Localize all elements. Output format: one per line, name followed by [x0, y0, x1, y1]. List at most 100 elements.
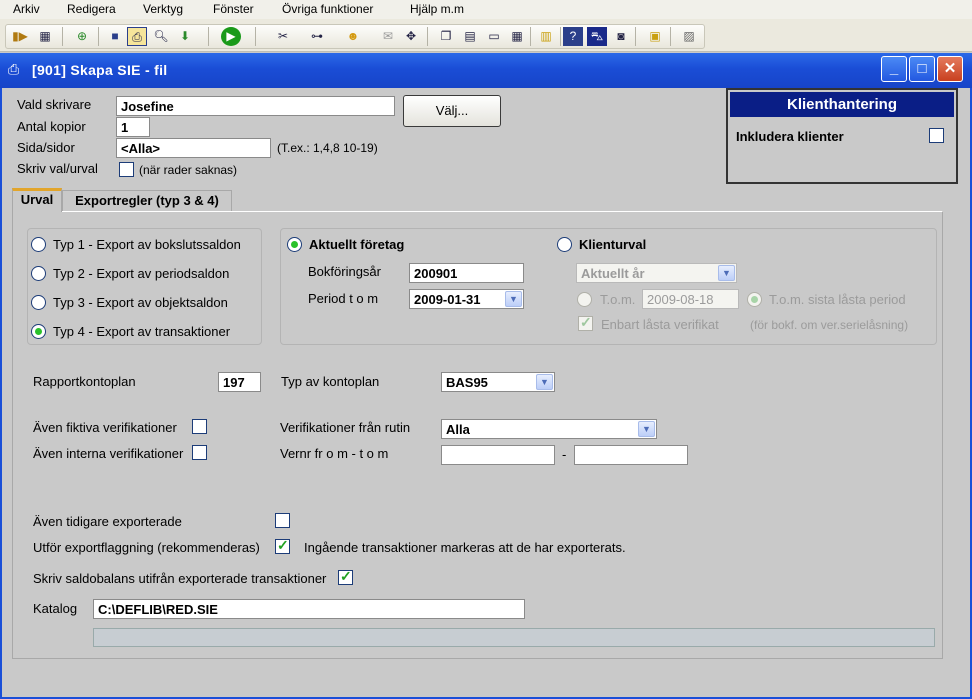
inkludera-klienter-checkbox[interactable] [929, 128, 944, 143]
interna-label: Även interna verifikationer [33, 446, 184, 461]
saldobalans-checkbox[interactable] [338, 568, 353, 585]
print-icon[interactable]: ⎙ [127, 27, 147, 46]
rapportkontoplan-field[interactable]: 197 [218, 372, 261, 392]
printer-icon: ⎙ [8, 61, 20, 77]
sida-label: Sida/sidor [17, 140, 75, 155]
menu-ovriga[interactable]: Övriga funktioner [282, 2, 373, 16]
bokforingsar-field[interactable]: 200901 [409, 263, 524, 283]
tree-icon[interactable]: ⊶ [307, 27, 327, 46]
typ2-label: Typ 2 - Export av periodsaldon [53, 266, 230, 281]
aktuellt-ar-value: Aktuellt år [581, 266, 645, 281]
flaggning-checkbox[interactable] [275, 537, 290, 554]
vald-skrivare-label: Vald skrivare [17, 97, 92, 112]
menu-hjalp[interactable]: Hjälp m.m [410, 2, 464, 16]
toolbar-separator [560, 27, 561, 46]
menubar: Arkiv Redigera Verktyg Fönster Övriga fu… [0, 0, 972, 19]
chevron-down-icon[interactable]: ▼ [505, 291, 522, 307]
valj-button[interactable]: Välj... [403, 95, 501, 127]
chevron-down-icon[interactable]: ▼ [638, 421, 655, 437]
user-icon[interactable]: ☻ [343, 27, 363, 46]
preview-icon[interactable]: 🔍︎ [151, 27, 171, 46]
chevron-down-icon[interactable]: ▼ [536, 374, 553, 390]
radio-aktuellt-foretag[interactable] [287, 237, 302, 252]
tidigare-checkbox[interactable] [275, 513, 290, 528]
inkludera-klienter-label: Inkludera klienter [736, 129, 844, 144]
vernr-to-field[interactable] [574, 445, 688, 465]
radio-typ3[interactable] [31, 295, 46, 310]
typ-kontoplan-label: Typ av kontoplan [281, 374, 380, 389]
vernr-dash: - [562, 447, 567, 462]
radio-tom-sista[interactable] [747, 292, 762, 307]
tile-icon[interactable]: ▤ [460, 27, 480, 46]
window-icon[interactable]: ❐ [436, 27, 456, 46]
skriv-val-hint: (när rader saknas) [139, 163, 238, 177]
katalog-label: Katalog [33, 601, 78, 616]
radio-tom[interactable] [577, 292, 592, 307]
radio-typ1[interactable] [31, 237, 46, 252]
notes-icon[interactable]: ▥ [536, 27, 556, 46]
tom-label: T.o.m. [600, 292, 636, 307]
tom-field[interactable]: 2009-08-18 [642, 289, 739, 309]
radio-typ4[interactable] [31, 324, 46, 339]
vernr-label: Vernr fr o m - t o m [280, 446, 389, 461]
toolbar-separator [427, 27, 428, 46]
minimize-button[interactable]: _ [881, 56, 907, 82]
chevron-down-icon[interactable]: ▼ [718, 265, 735, 281]
save-icon[interactable]: ■ [105, 27, 125, 46]
period-label: Period t o m [308, 291, 379, 306]
mail-icon[interactable]: ✉ [378, 27, 398, 46]
ver-rutin-label: Verifikationer från rutin [280, 420, 411, 435]
ver-rutin-dropdown[interactable]: Alla ▼ [441, 419, 657, 439]
skriv-val-checkbox[interactable] [119, 162, 134, 177]
download-icon[interactable]: ⬇ [175, 27, 195, 46]
note-icon[interactable]: ▣ [645, 27, 665, 46]
vernr-from-field[interactable] [441, 445, 555, 465]
typ4-label: Typ 4 - Export av transaktioner [53, 324, 231, 339]
car-icon[interactable]: ⛍ [587, 27, 607, 46]
toolbar-separator [208, 27, 209, 46]
move-icon[interactable]: ✥ [401, 27, 421, 46]
interna-checkbox[interactable] [192, 445, 207, 460]
saldobalans-label: Skriv saldobalans utifrån exporterade tr… [33, 571, 327, 586]
tom-sista-label: T.o.m. sista låsta period [769, 292, 906, 307]
enbart-lasta-checkbox[interactable] [578, 314, 593, 331]
klient-title: Klienthantering [730, 92, 954, 117]
vald-skrivare-field[interactable]: Josefine [116, 96, 395, 116]
tab-urval[interactable]: Urval [12, 188, 62, 212]
typ-kontoplan-value: BAS95 [446, 375, 488, 390]
katalog-field[interactable]: C:\DEFLIB\RED.SIE [93, 599, 525, 619]
close-button[interactable]: ✕ [937, 56, 963, 82]
typ-kontoplan-dropdown[interactable]: BAS95 ▼ [441, 372, 555, 392]
new-icon[interactable]: ⊕ [72, 27, 92, 46]
grid-icon[interactable]: ▦ [507, 27, 527, 46]
menu-redigera[interactable]: Redigera [67, 2, 116, 16]
radio-klienturval[interactable] [557, 237, 572, 252]
antal-kopior-field[interactable]: 1 [116, 117, 150, 137]
scissors-icon[interactable]: ✂ [273, 27, 293, 46]
skriv-val-label: Skriv val/urval [17, 161, 98, 176]
radio-typ2[interactable] [31, 266, 46, 281]
sida-hint: (T.ex.: 1,4,8 10-19) [277, 141, 378, 155]
exit-icon[interactable]: ▮▶ [10, 27, 30, 46]
tab-exportregler[interactable]: Exportregler (typ 3 & 4) [62, 190, 232, 211]
fiktiva-checkbox[interactable] [192, 419, 207, 434]
help-icon[interactable]: ? [563, 27, 583, 46]
period-value: 2009-01-31 [414, 292, 481, 307]
sida-field[interactable]: <Alla> [116, 138, 271, 158]
aktuellt-ar-dropdown[interactable]: Aktuellt år ▼ [576, 263, 737, 283]
run-icon[interactable]: ▶ [221, 27, 241, 46]
info-icon[interactable]: ▨ [679, 27, 699, 46]
calculator-icon[interactable]: ▦ [35, 27, 55, 46]
toolbar-separator [98, 27, 99, 46]
aktuellt-foretag-label: Aktuellt företag [309, 237, 405, 252]
cascade-icon[interactable]: ▭ [484, 27, 504, 46]
menu-fonster[interactable]: Fönster [213, 2, 254, 16]
menu-verktyg[interactable]: Verktyg [143, 2, 183, 16]
maximize-button[interactable]: □ [909, 56, 935, 82]
tidigare-label: Även tidigare exporterade [33, 514, 182, 529]
screen-icon[interactable]: ◙ [611, 27, 631, 46]
menu-arkiv[interactable]: Arkiv [13, 2, 40, 16]
period-dropdown[interactable]: 2009-01-31 ▼ [409, 289, 524, 309]
antal-kopior-label: Antal kopior [17, 119, 86, 134]
toolbar-separator [635, 27, 636, 46]
